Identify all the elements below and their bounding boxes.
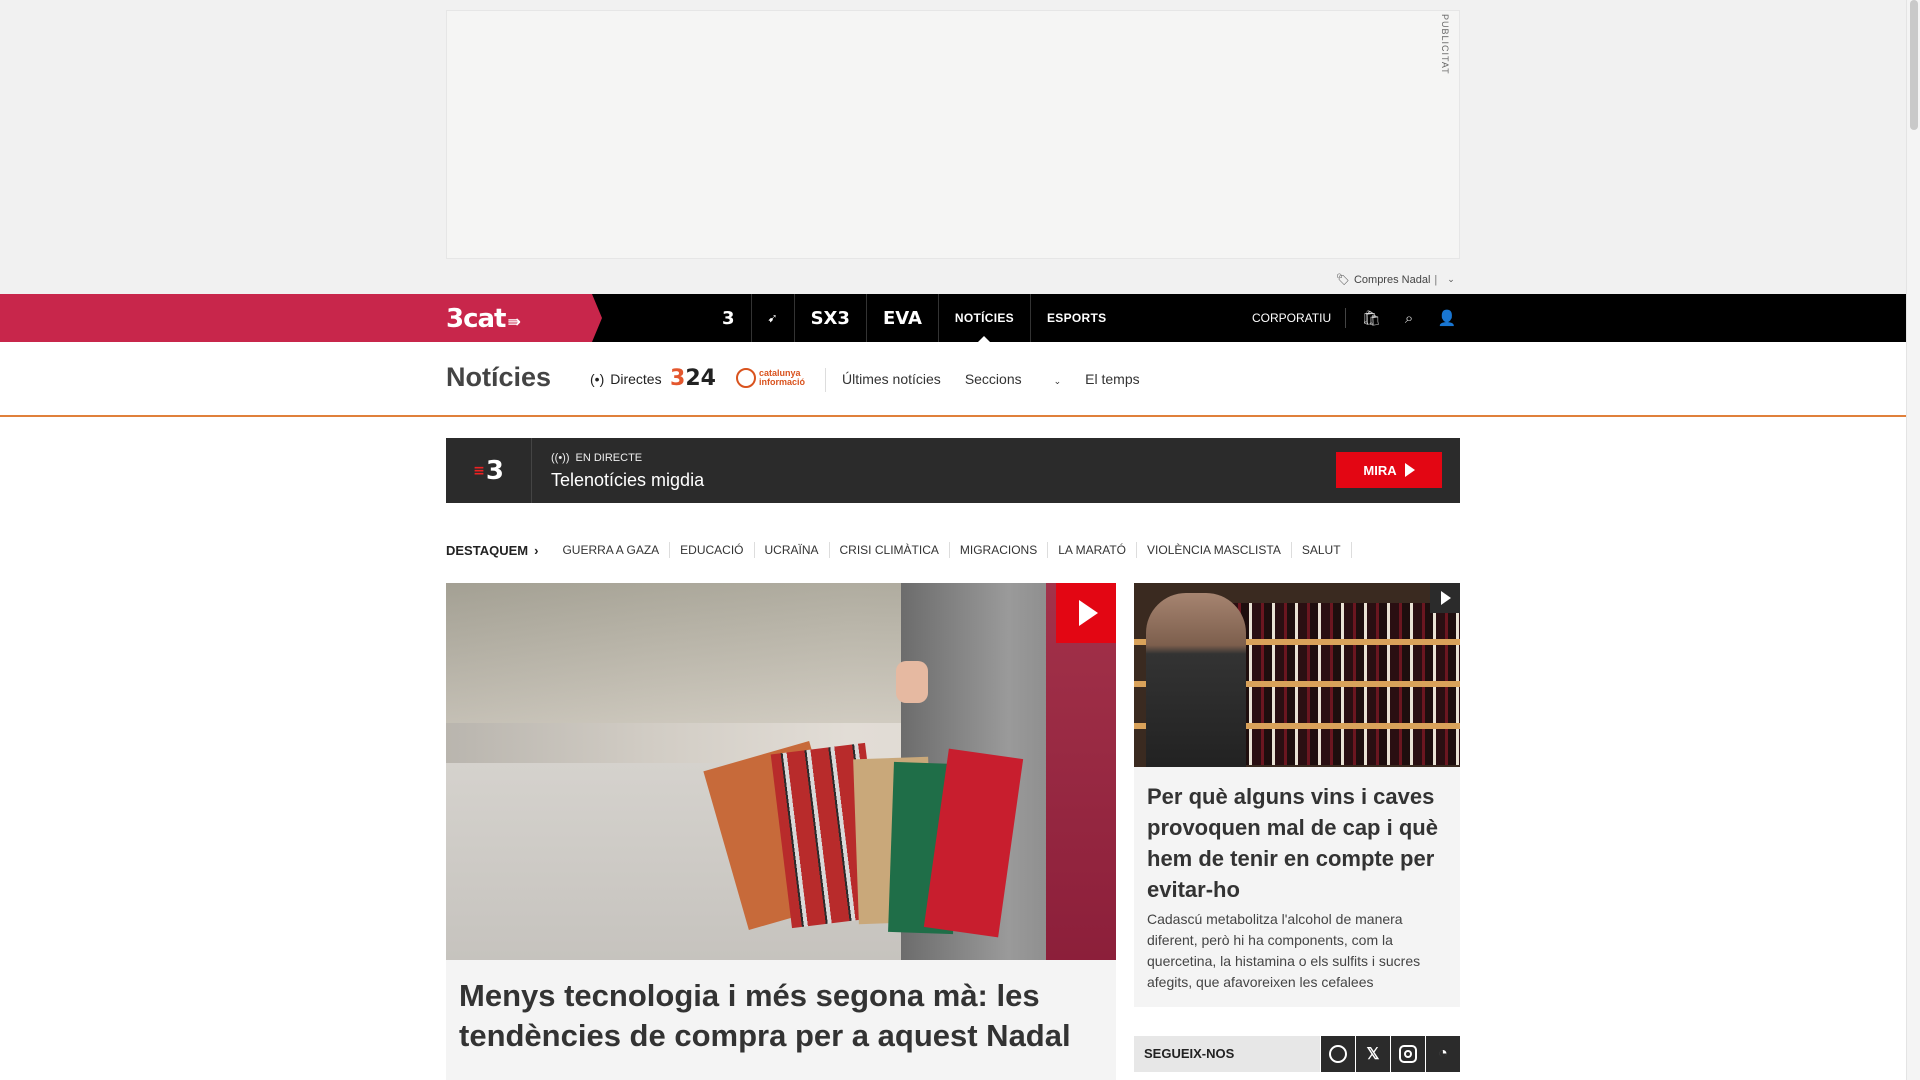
top-navigation: 3cat ⇛ 3 ➹ SX3 EVA NOTÍCIES ESPORTS CORPO…	[0, 294, 1906, 342]
channel-tv3[interactable]: 3	[706, 294, 752, 342]
live-broadcast-icon: ((•))	[551, 452, 570, 464]
cart-icon[interactable]: 🛍	[1352, 309, 1390, 327]
channel-catradio[interactable]: ➹	[752, 294, 795, 342]
instagram-icon[interactable]	[1391, 1036, 1425, 1072]
facebook-icon[interactable]	[1321, 1036, 1355, 1072]
side-article-image[interactable]	[1134, 583, 1460, 767]
ad-zone: PUBLICITAT 🏷 Compres Nadal | ⌄	[0, 0, 1906, 294]
play-video-icon[interactable]	[1430, 583, 1460, 613]
tag-item[interactable]: SALUT	[1292, 542, 1352, 558]
logo-324[interactable]: 324	[670, 366, 716, 391]
channel-sx3[interactable]: SX3	[795, 294, 867, 342]
live-status: ((•)) EN DIRECTE	[551, 452, 643, 464]
rss-icon[interactable]: ◔	[1426, 1036, 1460, 1072]
tag-item[interactable]: LA MARATÓ	[1048, 542, 1138, 558]
channel-eva[interactable]: EVA	[867, 294, 939, 342]
subnav-temps[interactable]: El temps	[1085, 371, 1139, 387]
main-article-text: Menys tecnologia i més segona mà: les te…	[446, 960, 1116, 1080]
highlight-tags: DESTAQUEM › GUERRA A GAZA EDUCACIÓ UCRAÏN…	[446, 542, 1352, 558]
channel-esports[interactable]: ESPORTS	[1031, 294, 1122, 342]
side-article-headline[interactable]: Per què alguns vins i caves provoquen ma…	[1147, 781, 1447, 905]
chevron-down-icon[interactable]: ⌄	[1447, 274, 1455, 285]
play-icon	[1404, 463, 1415, 477]
live-broadcast-icon: (•)	[590, 371, 605, 387]
tag-item[interactable]: UCRAÏNA	[755, 542, 830, 558]
ad-banner[interactable]	[446, 10, 1460, 259]
section-subnav: Últimes notícies Seccions ⌄ El temps	[842, 371, 1164, 387]
tv3-logo[interactable]: ≡ 3	[446, 438, 532, 503]
user-icon[interactable]: 👤	[1428, 309, 1466, 327]
subnav-ultimes[interactable]: Últimes notícies	[842, 371, 941, 387]
live-program-title[interactable]: Telenotícies migdia	[551, 470, 704, 491]
ad-tag[interactable]: 🏷 Compres Nadal | ⌄	[1336, 273, 1455, 287]
tag-icon: 🏷	[1336, 274, 1350, 286]
ad-tag-text: Compres Nadal	[1353, 273, 1431, 286]
top-right-tools: CORPORATIU 🛍 ⌕ 👤	[1252, 294, 1466, 342]
x-icon[interactable]: 𝕏	[1356, 1036, 1390, 1072]
tag-item[interactable]: EDUCACIÓ	[670, 542, 755, 558]
directes-link[interactable]: (•) Directes	[590, 371, 662, 387]
watch-button[interactable]: MIRA	[1336, 452, 1442, 488]
live-bar: ≡ 3 ((•)) EN DIRECTE Telenotícies migdia …	[446, 438, 1460, 503]
brand-logo[interactable]: 3cat ⇛	[446, 304, 521, 334]
follow-us: SEGUEIX-NOS 𝕏 ◔	[1134, 1036, 1460, 1072]
tag-item[interactable]: CRISI CLIMÀTICA	[830, 542, 950, 558]
tags-lead[interactable]: DESTAQUEM ›	[446, 543, 538, 558]
main-article-image[interactable]	[446, 583, 1116, 960]
ci-circle-icon	[736, 368, 756, 388]
follow-label: SEGUEIX-NOS	[1134, 1036, 1320, 1072]
chevron-right-icon: ›	[534, 542, 539, 558]
catradio-icon: ➹	[767, 311, 778, 325]
page-title[interactable]: Notícies	[446, 362, 551, 393]
corporatiu-link[interactable]: CORPORATIU	[1252, 308, 1347, 328]
ad-tag-separator: |	[1434, 273, 1438, 286]
search-icon[interactable]: ⌕	[1390, 310, 1428, 327]
side-article-card[interactable]: Per què alguns vins i caves provoquen ma…	[1134, 583, 1460, 1007]
ad-label: PUBLICITAT	[1440, 14, 1450, 75]
scrollbar-thumb[interactable]	[1910, 0, 1918, 130]
directes-label: Directes	[610, 371, 662, 387]
divider	[825, 368, 826, 392]
scrollbar[interactable]	[1906, 0, 1920, 1080]
subnav-seccions[interactable]: Seccions ⌄	[965, 371, 1061, 387]
hand	[896, 661, 928, 703]
section-header: Notícies (•) Directes 324 catalunya info…	[0, 342, 1906, 417]
channel-noticies[interactable]: NOTÍCIES	[939, 294, 1031, 342]
tag-item[interactable]: VIOLÈNCIA MASCLISTA	[1137, 542, 1292, 558]
tag-item[interactable]: MIGRACIONS	[950, 542, 1049, 558]
chevron-down-icon: ⌄	[1053, 376, 1062, 386]
tag-item[interactable]: GUERRA A GAZA	[552, 542, 671, 558]
main-article-headline[interactable]: Menys tecnologia i més segona mà: les te…	[459, 976, 1099, 1056]
logo-catalunya-informacio[interactable]: catalunya informació	[736, 368, 807, 388]
channel-list: 3 ➹ SX3 EVA NOTÍCIES ESPORTS	[706, 294, 1122, 342]
person	[1146, 593, 1246, 767]
side-article-summary: Cadascú metabolitza l'alcohol de manera …	[1147, 911, 1421, 990]
play-video-icon[interactable]	[1056, 583, 1116, 643]
